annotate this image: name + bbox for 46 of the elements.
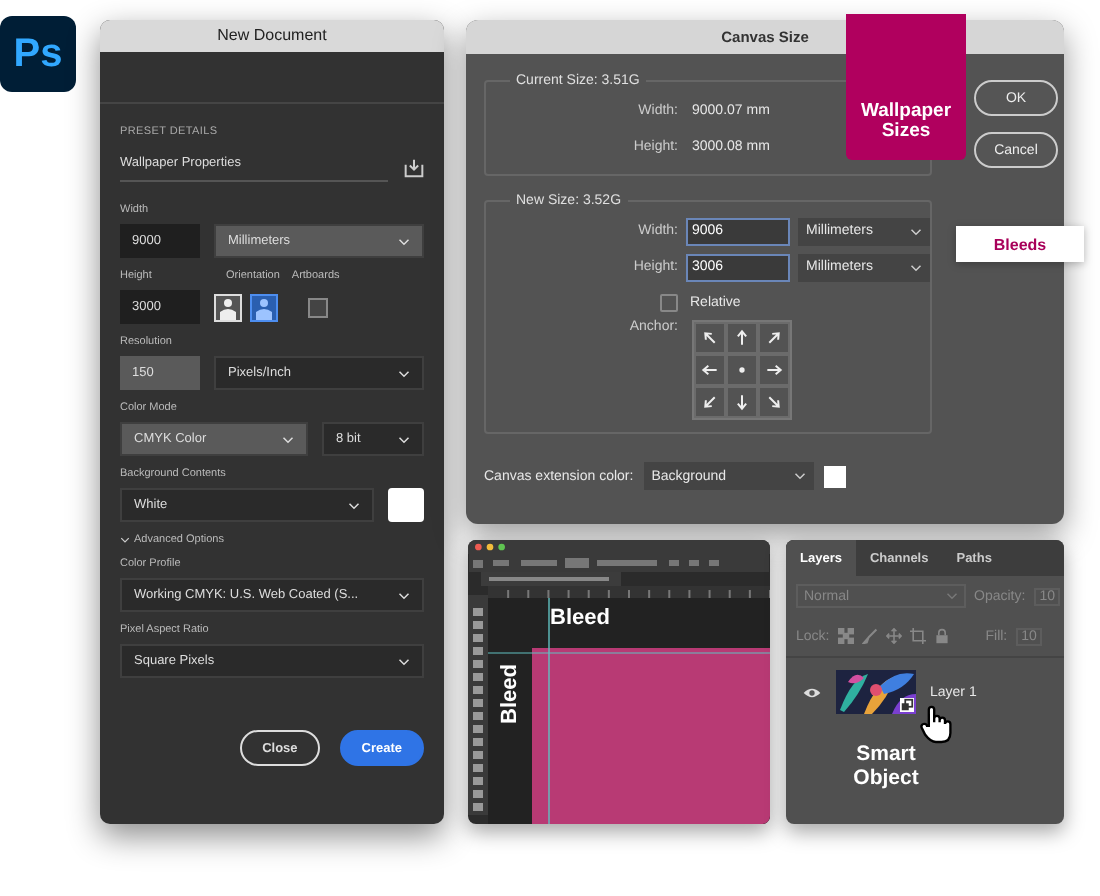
caret-icon [398,369,410,377]
caret-icon [946,592,958,600]
anchor-cell[interactable] [726,354,758,386]
arrow-icon [764,392,784,412]
arrow-icon [700,328,720,348]
caret-icon [793,472,806,480]
bleed-label: Bleed [548,604,612,634]
anchor-cell[interactable] [758,322,790,354]
caret-icon [120,536,130,544]
bleed-label: Bleed [498,664,522,724]
arrow-icon [764,328,784,348]
window-title: New Document [100,20,444,52]
caret-icon [910,227,922,235]
callout-label: Bleeds [956,226,1084,262]
artboards-checkbox[interactable] [308,297,328,317]
eye-icon[interactable] [802,685,822,699]
caret-icon [398,237,410,245]
callout-tag: Wallpaper Sizes [846,14,966,160]
anchor-cell[interactable] [726,386,758,418]
arrow-icon [764,360,784,380]
anchor-cell[interactable] [758,386,790,418]
caret-icon [282,435,294,443]
arrow-icon [732,392,752,412]
arrow-icon [700,360,720,380]
caret-icon [910,263,922,271]
anchor-cell[interactable] [726,322,758,354]
hand-cursor-icon [918,704,954,744]
checkerboard-icon[interactable] [837,628,854,644]
caret-icon [348,501,360,509]
relative-checkbox[interactable] [660,294,678,312]
anchor-cell[interactable] [758,354,790,386]
color-swatch[interactable] [823,465,846,487]
anchor-cell[interactable] [694,386,726,418]
callout-text: Smart Object [851,742,921,791]
caret-icon [398,591,410,599]
anchor-cell[interactable] [694,354,726,386]
window-controls-icon[interactable] [474,542,506,552]
anchor-cell[interactable] [694,322,726,354]
color-swatch[interactable] [388,488,424,522]
arrow-icon [700,392,720,412]
app-logo: Ps [0,16,76,92]
caret-icon [398,657,410,665]
arrow-icon [732,328,752,348]
caret-icon [398,435,410,443]
person-icon[interactable] [250,293,278,321]
save-preset-icon[interactable] [404,157,424,177]
